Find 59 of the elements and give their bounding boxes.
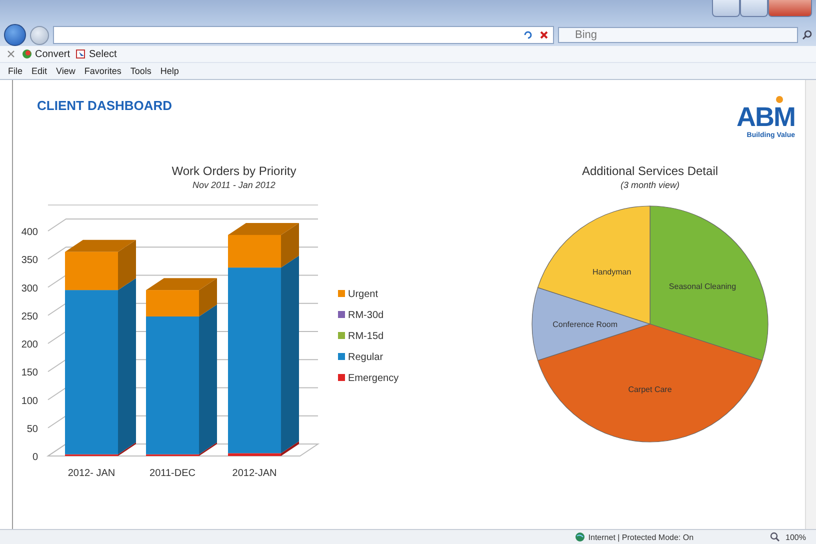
axis-label: 200	[21, 340, 38, 350]
legend-label: Emergency	[348, 373, 399, 384]
axis-label: 250	[21, 311, 38, 322]
logo-dot-icon	[776, 96, 783, 103]
axis-label: 350	[21, 255, 38, 266]
axis-label: 2011-DEC	[150, 468, 196, 479]
axis-label: 150	[21, 368, 38, 379]
select-icon	[76, 49, 86, 59]
minimize-button[interactable]	[712, 0, 740, 17]
axis-label: 2012-JAN	[232, 468, 277, 479]
menu-item[interactable]: Edit	[32, 66, 48, 76]
legend-swatch	[338, 353, 345, 360]
menu-item[interactable]: Help	[160, 66, 179, 76]
toolbar-button[interactable]: Select	[76, 48, 117, 60]
axis-label: 50	[26, 424, 38, 435]
legend-swatch	[338, 311, 345, 318]
chart-subtitle: (3 month view)	[620, 180, 680, 190]
axis-label: 100	[21, 396, 38, 407]
menu-item[interactable]: File	[8, 66, 23, 76]
legend-label: RM-30d	[348, 310, 384, 321]
address-field[interactable]	[53, 26, 554, 44]
legend-label: Urgent	[348, 289, 378, 300]
forward-button[interactable]	[30, 26, 49, 44]
scrollbar[interactable]	[805, 80, 816, 529]
legend-label: Regular	[348, 352, 384, 363]
legend-swatch	[338, 290, 345, 297]
refresh-icon[interactable]	[523, 30, 533, 40]
chart-title: Additional Services Detail	[582, 164, 718, 178]
close-button[interactable]	[768, 0, 812, 17]
slice-label: Seasonal Cleaning	[668, 282, 736, 291]
close-icon[interactable]	[539, 30, 549, 40]
legend-swatch	[338, 374, 345, 381]
globe-icon	[575, 532, 586, 542]
toolbar-button[interactable]: Convert	[22, 48, 70, 60]
security-zone: Internet | Protected Mode: On	[588, 532, 694, 542]
chart-subtitle: Nov 2011 - Jan 2012	[192, 180, 276, 190]
axis-label: 2012- JAN	[68, 468, 116, 479]
page-title: CLIENT DASHBOARD	[37, 98, 172, 113]
close-icon[interactable]	[6, 49, 16, 59]
chart-title: Work Orders by Priority	[172, 164, 296, 178]
search-field[interactable]: Bing	[558, 27, 798, 43]
logo-text: ABM	[736, 102, 795, 132]
axis-label: 400	[21, 227, 38, 238]
menu-item[interactable]: Tools	[130, 66, 152, 76]
slice-label: Carpet Care	[628, 384, 672, 394]
back-button[interactable]	[4, 24, 26, 46]
slice-label: Conference Room	[552, 320, 618, 329]
legend-label: RM-15d	[348, 331, 384, 342]
axis-label: 300	[21, 283, 38, 294]
maximize-button[interactable]	[740, 0, 768, 17]
zoom-level[interactable]: 100%	[786, 532, 806, 542]
legend-swatch	[338, 332, 345, 339]
convert-icon	[22, 49, 32, 59]
zoom-icon[interactable]	[770, 532, 780, 542]
menu-item[interactable]: View	[56, 66, 76, 76]
axis-label: 0	[32, 452, 38, 463]
search-icon[interactable]	[802, 30, 812, 40]
slice-label: Handyman	[592, 268, 632, 276]
menu-item[interactable]: Favorites	[84, 66, 122, 76]
